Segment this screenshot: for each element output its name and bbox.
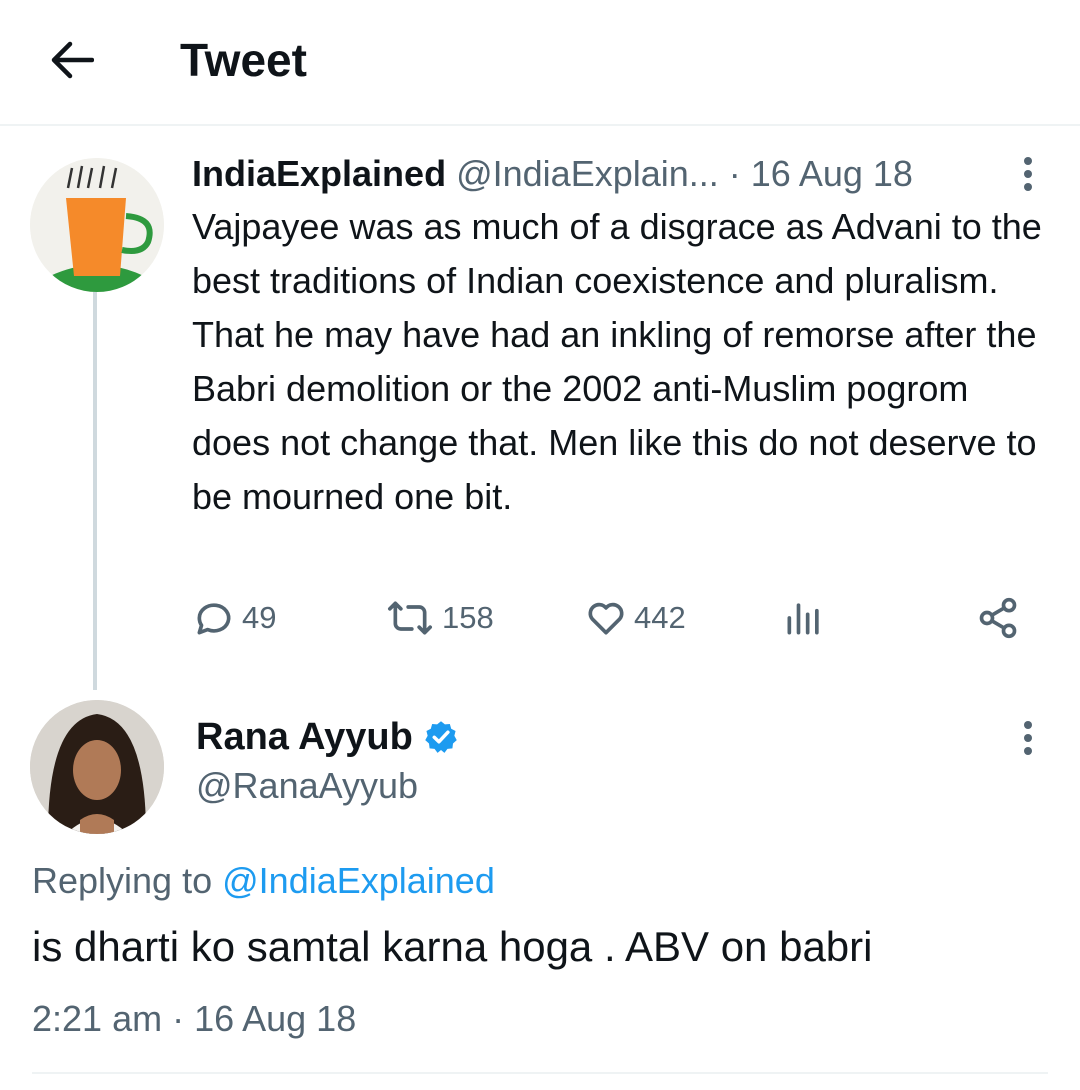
- like-button[interactable]: 442: [584, 592, 686, 644]
- mention-link[interactable]: @IndiaExplained: [222, 860, 495, 901]
- top-bar: Tweet: [0, 0, 1080, 126]
- author-name-row: Rana Ayyub: [196, 712, 459, 762]
- tweet-timestamp[interactable]: 2:21 am · 16 Aug 18: [32, 994, 356, 1044]
- replying-label: Replying to: [32, 860, 213, 901]
- divider: [32, 1072, 1048, 1074]
- page-title: Tweet: [180, 34, 307, 86]
- arrow-left-icon: [51, 41, 94, 79]
- indiaexplained-avatar[interactable]: [30, 158, 164, 292]
- tweet-text: is dharti ko samtal karna hoga . ABV on …: [32, 923, 873, 970]
- more-vertical-icon: [1024, 157, 1032, 191]
- quoted-tweet-header: IndiaExplained @IndiaExplain... · 16 Aug…: [192, 150, 913, 198]
- more-options-button[interactable]: [1008, 716, 1048, 760]
- retweet-count: 158: [442, 600, 494, 635]
- profile-photo-image: [30, 700, 164, 834]
- analytics-bar-icon: [787, 603, 819, 635]
- verified-badge-icon: [425, 721, 457, 753]
- share-icon: [979, 597, 1017, 639]
- back-button[interactable]: [44, 32, 100, 88]
- retweet-icon: [388, 601, 432, 635]
- ranaayyub-avatar[interactable]: [30, 700, 164, 834]
- more-options-button[interactable]: [1008, 152, 1048, 196]
- more-vertical-icon: [1024, 721, 1032, 755]
- tea-cup-logo-image: [30, 158, 164, 292]
- reply-icon: [197, 603, 231, 635]
- retweet-button[interactable]: 158: [384, 592, 494, 644]
- reply-button[interactable]: 49: [192, 592, 276, 644]
- heart-icon: [588, 602, 624, 635]
- author-handle[interactable]: @IndiaExplain...: [456, 153, 719, 194]
- reply-count: 49: [242, 600, 277, 635]
- tweet-date[interactable]: · 16 Aug 18: [729, 153, 913, 194]
- thread-connector-line: [93, 290, 97, 690]
- author-name[interactable]: IndiaExplained: [192, 153, 446, 194]
- replying-to-line: Replying to @IndiaExplained: [32, 856, 495, 906]
- quoted-tweet-text: Vajpayee was as much of a disgrace as Ad…: [192, 206, 1042, 517]
- share-button[interactable]: [976, 592, 1026, 644]
- author-handle[interactable]: @RanaAyyub: [196, 762, 418, 810]
- author-name[interactable]: Rana Ayyub: [196, 712, 413, 762]
- like-count: 442: [634, 600, 686, 635]
- analytics-button[interactable]: [782, 592, 832, 644]
- tweet-action-bar: 49 158 442: [192, 592, 1032, 644]
